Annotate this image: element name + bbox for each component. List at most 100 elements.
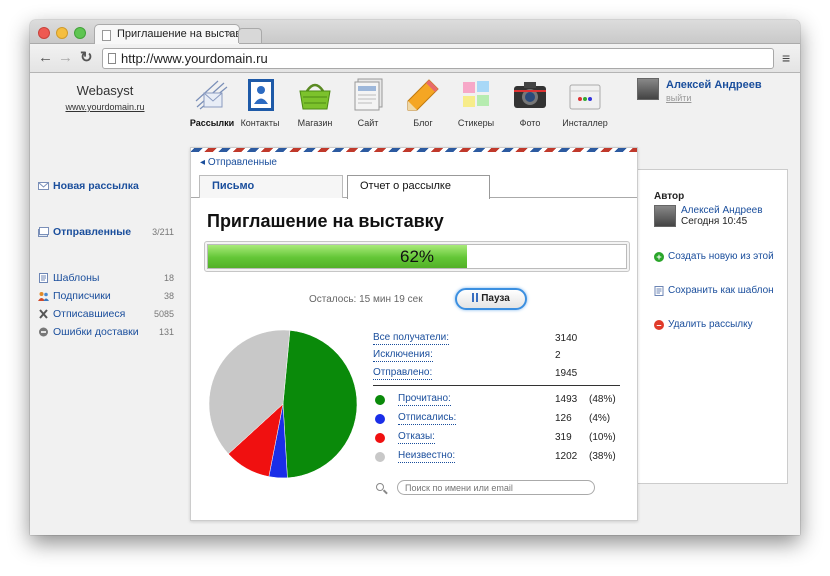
page-title: Приглашение на выставку <box>207 211 444 231</box>
app-label: Блог <box>413 118 433 128</box>
create-from-this-action[interactable]: + Создать новую из этой <box>654 251 784 262</box>
sidebar-item-label: Шаблоны <box>53 272 100 284</box>
site-icon <box>350 77 386 113</box>
app-content: Webasyst www.yourdomain.ru Рассылки Конт… <box>30 73 800 535</box>
user-avatar[interactable] <box>637 78 659 100</box>
url-text: http://www.yourdomain.ru <box>121 51 268 66</box>
zoom-window-button[interactable] <box>74 27 86 39</box>
time-remaining: Осталось: 15 мин 19 сек <box>309 294 423 305</box>
back-arrow-icon[interactable]: ← <box>38 50 53 65</box>
stat-percent: (48%) <box>589 394 616 405</box>
template-icon <box>39 273 48 283</box>
browser-menu-icon[interactable]: ≡ <box>782 51 790 65</box>
reload-icon[interactable]: ↻ <box>80 50 93 65</box>
stat-label[interactable]: Неизвестно: <box>398 450 456 463</box>
stat-label[interactable]: Все получатели: <box>373 332 450 345</box>
contacts-icon <box>242 77 278 113</box>
app-blog[interactable]: Блог <box>393 77 453 128</box>
stat-row-all-recipients: Все получатели: 3140 <box>373 332 623 346</box>
app-label: Фото <box>519 118 541 128</box>
author-heading: Автор <box>654 191 685 202</box>
search-icon <box>376 483 384 491</box>
sidebar-item-label: Новая рассылка <box>53 180 139 192</box>
stickers-icon <box>458 77 494 113</box>
panel-tabs: Письмо Отчет о рассылке <box>191 172 637 199</box>
pause-button[interactable]: Пауза <box>455 288 527 310</box>
sidebar-item-label: Ошибки доставки <box>53 326 139 338</box>
stat-percent: (10%) <box>589 432 616 443</box>
legend-dot-unknown <box>375 452 385 462</box>
stat-row-read: Прочитано: 1493 (48%) <box>373 393 623 407</box>
brand-name: Webasyst <box>76 83 134 98</box>
unsubscribed-icon <box>39 309 48 319</box>
stat-row-unsubscribed: Отписались: 126 (4%) <box>373 412 623 426</box>
user-name[interactable]: Алексей Андреев <box>666 79 762 91</box>
app-label: Сайт <box>357 118 379 128</box>
minimize-window-button[interactable] <box>56 27 68 39</box>
legend-dot-read <box>375 395 385 405</box>
stat-label[interactable]: Отправлено: <box>373 367 433 380</box>
stat-value: 126 <box>555 413 572 424</box>
sidebar-item-templates[interactable]: Шаблоны 18 <box>38 270 174 286</box>
pause-label: Пауза <box>481 293 510 304</box>
save-as-template-action[interactable]: Сохранить как шаблон <box>654 285 784 296</box>
page-icon <box>108 53 116 64</box>
app-label: Контакты <box>240 118 280 128</box>
stat-label[interactable]: Прочитано: <box>398 393 451 406</box>
subscribers-icon <box>38 292 49 301</box>
new-tab-button[interactable] <box>238 28 262 43</box>
app-contacts[interactable]: Контакты <box>230 77 290 128</box>
app-installer[interactable]: Инсталлер <box>555 77 615 128</box>
tab-label: Письмо <box>212 180 255 192</box>
sidebar-item-count: 5085 <box>153 309 174 319</box>
tab-report[interactable]: Отчет о рассылке <box>347 175 490 199</box>
brand-site-link[interactable]: www.yourdomain.ru <box>65 102 145 112</box>
author-name[interactable]: Алексей Андреев <box>681 205 763 216</box>
airmail-border <box>191 148 637 152</box>
sidebar-item-new-mailing[interactable]: Новая рассылка <box>38 178 174 194</box>
close-window-button[interactable] <box>38 27 50 39</box>
logout-link[interactable]: выйти <box>666 93 691 103</box>
browser-tab[interactable]: Приглашение на выставку × <box>94 24 240 45</box>
stat-label[interactable]: Отказы: <box>398 431 435 444</box>
sidebar-item-sent[interactable]: Отправленные 3/211 <box>38 224 174 240</box>
envelope-icon <box>38 182 49 190</box>
stat-value: 1945 <box>555 368 578 379</box>
shop-basket-icon <box>297 77 333 113</box>
search-input[interactable] <box>397 480 595 495</box>
sidebar-item-subscribers[interactable]: Подписчики 38 <box>38 288 174 304</box>
app-label: Магазин <box>297 118 333 128</box>
stat-row-exclusions: Исключения: 2 <box>373 349 623 363</box>
address-bar[interactable]: http://www.yourdomain.ru <box>102 48 774 69</box>
app-shop[interactable]: Магазин <box>285 77 345 128</box>
sidebar-item-delivery-errors[interactable]: Ошибки доставки 131 <box>38 324 174 340</box>
stat-value: 319 <box>555 432 572 443</box>
sidebar-item-label: Подписчики <box>53 290 111 302</box>
stat-row-sent: Отправлено: 1945 <box>373 367 623 381</box>
stat-label[interactable]: Отписались: <box>398 412 457 425</box>
delete-mailing-action[interactable]: – Удалить рассылку <box>654 319 784 330</box>
app-stickers[interactable]: Стикеры <box>446 77 506 128</box>
right-sidebar: Автор Алексей Андреев Сегодня 10:45 + Со… <box>638 169 788 484</box>
tab-letter[interactable]: Письмо <box>199 175 343 198</box>
tab-close-icon[interactable]: × <box>227 25 233 44</box>
sidebar-item-unsubscribed[interactable]: Отписавшиеся 5085 <box>38 306 174 322</box>
browser-window: Приглашение на выставку × ← → ↻ http://w… <box>30 20 800 535</box>
app-photos[interactable]: Фото <box>500 77 560 128</box>
sidebar-item-label: Отправленные <box>53 226 132 238</box>
stat-label[interactable]: Исключения: <box>373 349 433 362</box>
action-label: Удалить рассылку <box>668 319 753 330</box>
back-to-sent-link[interactable]: ◂ Отправленные <box>200 157 277 168</box>
page-favicon-icon <box>102 30 111 41</box>
app-label: Стикеры <box>457 118 495 128</box>
app-label: Инсталлер <box>562 118 608 128</box>
sending-progress-bar: 62% <box>204 241 630 272</box>
delete-circle-icon: – <box>654 320 664 330</box>
stat-percent: (4%) <box>589 413 611 424</box>
report-panel: ◂ Отправленные Письмо Отчет о рассылке П… <box>190 147 638 521</box>
forward-arrow-icon[interactable]: → <box>58 50 73 65</box>
browser-toolbar: ← → ↻ http://www.yourdomain.ru ≡ <box>30 44 800 73</box>
tab-strip: Приглашение на выставку × <box>30 20 800 45</box>
app-site[interactable]: Сайт <box>338 77 398 128</box>
stat-value: 1202 <box>555 451 578 462</box>
